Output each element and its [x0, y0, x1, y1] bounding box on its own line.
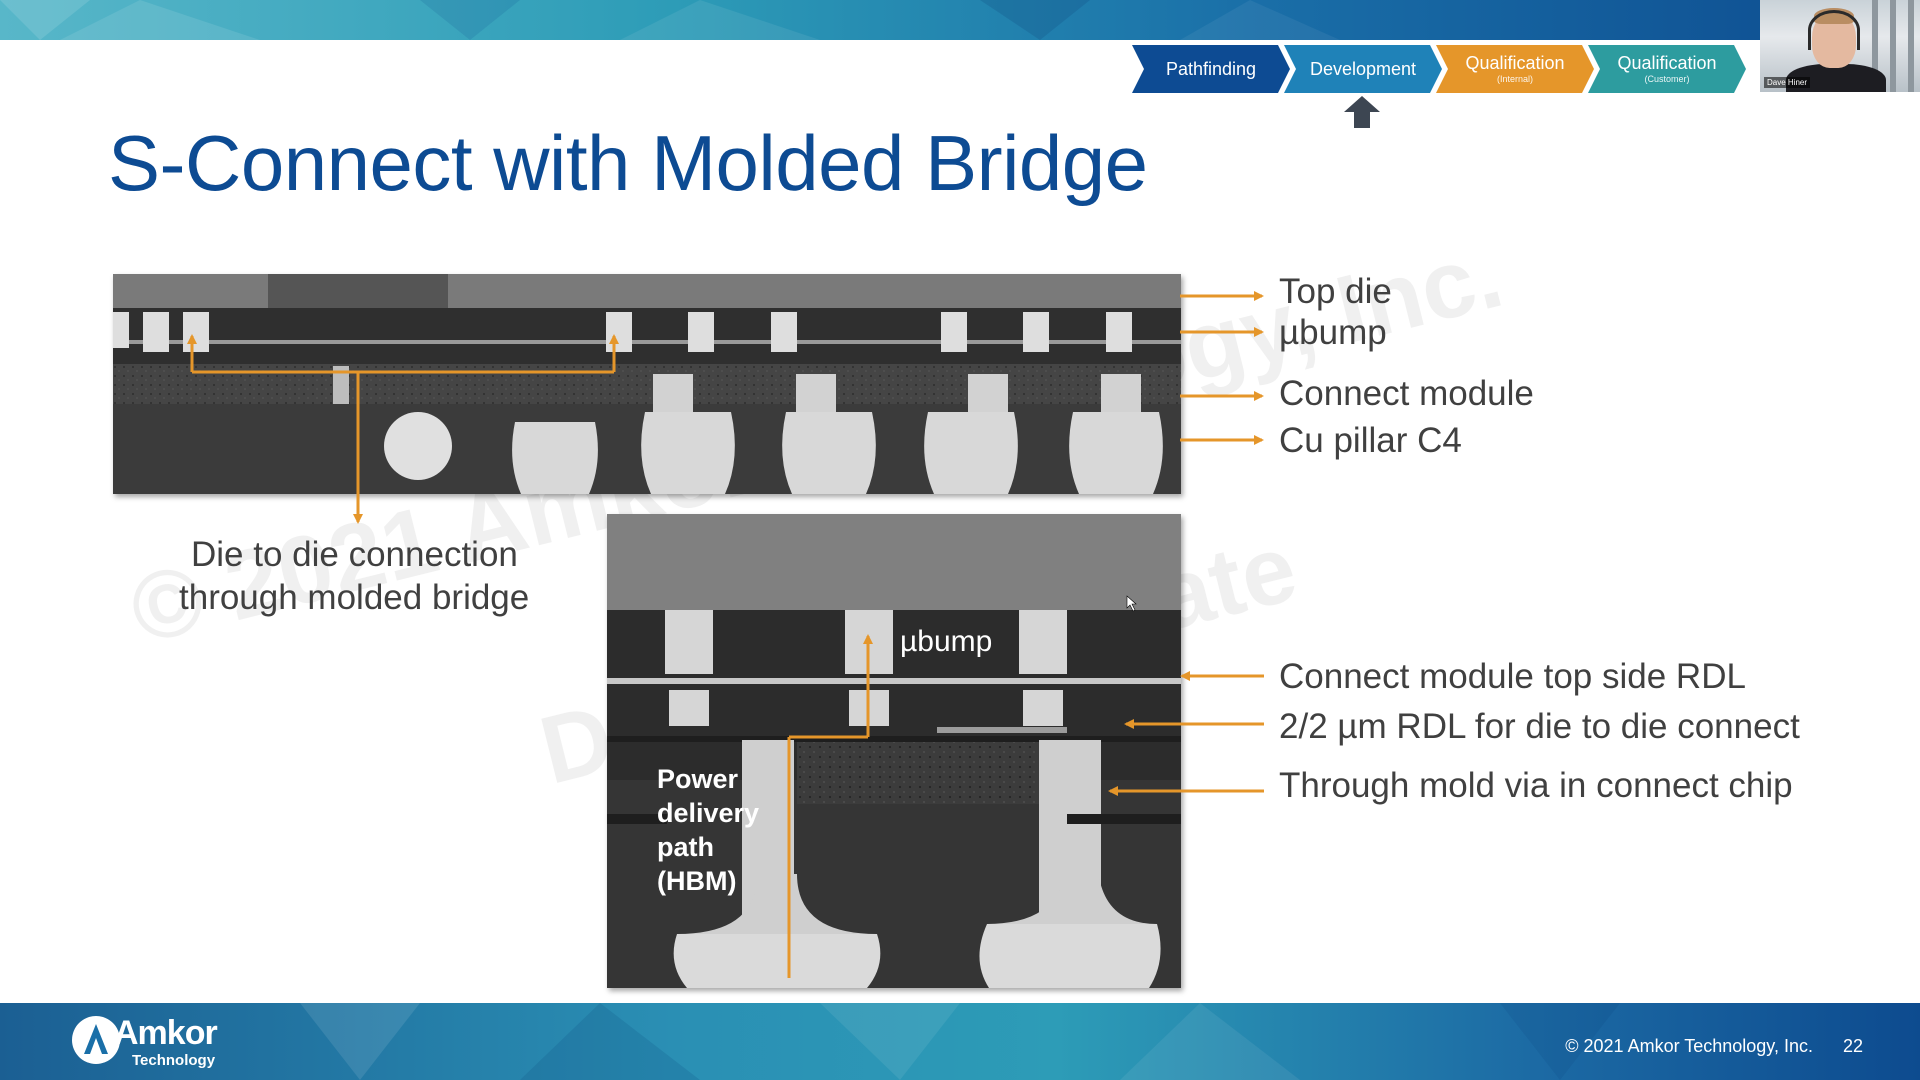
- label-top-die: Top die: [1279, 272, 1392, 311]
- page-number: 22: [1843, 1036, 1864, 1056]
- label-d2d-line2: through molded bridge: [179, 578, 530, 617]
- stage-sublabel: (Internal): [1496, 73, 1533, 84]
- label-ubump-image: µbump: [900, 625, 993, 658]
- amkor-logo: Amkor Technology: [70, 1010, 260, 1076]
- cross-section-image-top: [113, 274, 1181, 494]
- stage-label: Qualification: [1465, 52, 1565, 73]
- label-rdl-top: Connect module top side RDL: [1279, 657, 1746, 696]
- logo-brand: Amkor: [114, 1014, 218, 1052]
- power-line-4: (HBM): [657, 866, 737, 896]
- stage-qualification-internal: Qualification (Internal): [1436, 45, 1594, 93]
- headset-icon: [1808, 10, 1860, 50]
- stage-development: Development: [1284, 45, 1442, 93]
- label-d2d-line1: Die to die connection: [191, 535, 518, 574]
- label-tmv: Through mold via in connect chip: [1279, 766, 1793, 805]
- label-connect-module: Connect module: [1279, 374, 1534, 413]
- presenter-name: Dave Hiner: [1764, 77, 1811, 88]
- label-ubump: µbump: [1279, 313, 1387, 352]
- header-pattern: [0, 0, 1340, 40]
- logo-sub: Technology: [132, 1052, 216, 1069]
- label-rdl-22: 2/2 µm RDL for die to die connect: [1279, 707, 1800, 746]
- stage-label: Development: [1309, 58, 1417, 79]
- stage-qualification-customer: Qualification (Customer): [1588, 45, 1746, 93]
- stage-label: Pathfinding: [1165, 58, 1257, 79]
- stage-label: Qualification: [1617, 52, 1717, 73]
- presenter-video[interactable]: Dave Hiner: [1760, 0, 1920, 92]
- stage-sublabel: (Customer): [1644, 73, 1690, 84]
- header-band: [0, 0, 1920, 40]
- current-stage-arrow-icon: [1344, 96, 1380, 128]
- stage-pathfinding: Pathfinding: [1132, 45, 1290, 93]
- power-line-3: path: [657, 832, 714, 862]
- label-cu-pillar: Cu pillar C4: [1279, 421, 1462, 460]
- slide-title: S-Connect with Molded Bridge: [108, 119, 1148, 207]
- power-line-2: delivery: [657, 798, 760, 828]
- footer-copyright: © 2021 Amkor Technology, Inc.: [1565, 1036, 1813, 1056]
- cross-section-image-bottom: µbump Power delivery path (HBM): [607, 514, 1181, 988]
- power-line-1: Power: [657, 764, 739, 794]
- label-power-delivery: Power delivery path (HBM): [657, 762, 759, 898]
